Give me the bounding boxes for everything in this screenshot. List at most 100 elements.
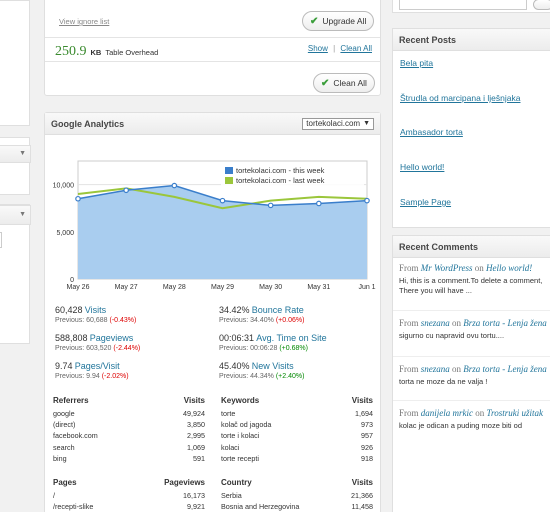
y-tick-label: 0 <box>70 277 74 284</box>
comment-post-link[interactable]: Brza torta - Lenja žena <box>463 318 547 328</box>
comment-from: From <box>399 318 421 328</box>
recent-post-link[interactable]: Sample Page <box>400 197 451 207</box>
recent-comments-widget: Recent Comments From Mr WordPress on Hel… <box>392 235 550 512</box>
data-point-this-week <box>171 182 178 189</box>
recent-post-link[interactable]: Hello world! <box>400 162 444 172</box>
x-tick-label: May 26 <box>67 284 90 291</box>
row-label: kolač od jagoda <box>221 420 272 430</box>
row-value: 49,924 <box>183 409 205 418</box>
divider <box>45 37 380 38</box>
comment-body: torta ne moze da ne valja ! <box>399 377 487 387</box>
divider <box>393 310 550 311</box>
search-button[interactable] <box>533 0 550 10</box>
analytics-header: Google Analytics tortekolaci.com ▼ <box>45 113 380 135</box>
y-tick-label: 10,000 <box>53 183 75 190</box>
overhead-value: 250.9 <box>55 44 87 59</box>
comment-body-line: torta ne moze da ne valja ! <box>399 377 488 386</box>
metric-value: 588,808 <box>55 333 88 343</box>
country-table: Country Visits Serbia 21,366 Bosnia and Her… <box>221 478 373 512</box>
chevron-down-icon[interactable]: ▼ <box>19 211 26 218</box>
chevron-down-icon[interactable]: ▼ <box>19 150 26 157</box>
comment-body-line: Hi, this is a comment.To delete a commen… <box>399 276 543 285</box>
comment-header: From snezana on Brza torta - Lenja žena <box>399 318 547 328</box>
metric-new-visits: 45.40% New Visits Previous: 44.34% (+2.40… <box>219 361 304 380</box>
recent-post-link[interactable]: Ambasador torta <box>400 127 463 137</box>
metric-label[interactable]: New Visits <box>252 361 294 371</box>
comment-header: From snezana on Brza torta - Lenja žena <box>399 364 547 374</box>
comment-body: Hi, this is a comment.To delete a commen… <box>399 276 542 296</box>
metric-label[interactable]: Pageviews <box>90 333 134 343</box>
metric-label[interactable]: Bounce Rate <box>252 305 304 315</box>
upgrade-all-label: Upgrade All <box>322 16 367 26</box>
table-overhead: 250.9 KB Table Overhead <box>55 44 158 60</box>
data-point-this-week <box>316 200 322 207</box>
metric-pages-visit: 9.74 Pages/Visit Previous: 9.94 (-2.02%) <box>55 361 129 380</box>
row-label: Bosnia and Herzegovina <box>221 502 300 512</box>
comment-author[interactable]: danijela mrkic <box>421 408 476 418</box>
analytics-chart: 10,000 5,000 0May 26 May 27 May 28 May 29 May … <box>53 160 376 291</box>
row-value: 2,995 <box>187 431 205 441</box>
left-input[interactable] <box>0 232 2 248</box>
upgrade-all-button[interactable]: ✔ Upgrade All <box>302 11 375 31</box>
comment-author[interactable]: Mr WordPress <box>421 263 475 273</box>
table-row: torte recepti 918 <box>221 453 373 464</box>
row-label: Serbia <box>221 491 242 500</box>
x-tick-label: May 29 <box>211 284 234 291</box>
checkmark-icon: ✔ <box>310 15 319 27</box>
search-input[interactable] <box>399 0 527 10</box>
show-link[interactable]: Show <box>308 44 328 53</box>
site-select-value: tortekolaci.com <box>306 119 361 128</box>
recent-posts-widget: Recent Posts Bela pita Štrudla od marcipa… <box>392 28 550 228</box>
table-row: Serbia 21,366 <box>221 490 373 501</box>
metric-label[interactable]: Avg. Time on Site <box>256 333 326 343</box>
data-point-this-week <box>364 197 370 204</box>
recent-post-link[interactable]: Bela pita <box>400 58 433 68</box>
row-value: 16,173 <box>183 491 205 500</box>
divider <box>45 61 380 62</box>
table-row: torte 1,694 <box>221 408 373 419</box>
row-value: 3,850 <box>187 420 205 430</box>
clean-all-label: Clean All <box>333 78 367 88</box>
clean-all-button[interactable]: ✔ Clean All <box>313 73 375 93</box>
left-panel-header[interactable]: ▼ <box>0 145 31 163</box>
comment-author[interactable]: snezana <box>421 318 452 328</box>
row-label: /recepti-slike <box>53 502 94 512</box>
google-analytics-card: Google Analytics tortekolaci.com ▼ 10,00… <box>44 112 381 512</box>
left-panel-header-2[interactable]: ▼ <box>0 205 31 225</box>
visits-header: Visits <box>351 396 373 405</box>
clean-all-link[interactable]: Clean All <box>340 44 372 53</box>
view-ignore-list-link[interactable]: View ignore list <box>59 17 109 26</box>
separator: | <box>333 44 336 53</box>
row-label: / <box>53 491 55 500</box>
comment-header: From danijela mrkic on Trostruki užitak <box>399 408 543 418</box>
row-label: kolaci <box>221 442 240 452</box>
comment-post-link[interactable]: Trostruki užitak <box>487 408 543 418</box>
metric-value: 45.40% <box>219 361 250 371</box>
comment-post-link[interactable]: Brza torta - Lenja žena <box>463 364 547 374</box>
site-select[interactable]: tortekolaci.com ▼ <box>302 117 374 130</box>
chevron-down-icon: ▼ <box>363 120 370 127</box>
recent-posts-title: Recent Posts <box>393 29 550 51</box>
comment-from: From <box>399 364 421 374</box>
divider <box>393 356 550 357</box>
y-tick-label: 5,000 <box>56 230 74 237</box>
row-value: 21,366 <box>351 491 373 500</box>
comment-post-link[interactable]: Hello world! <box>486 263 532 273</box>
table-row: facebook.com 2,995 <box>53 430 205 441</box>
comment-on: on <box>452 364 464 374</box>
metric-value: 34.42% <box>219 305 250 315</box>
metric-label[interactable]: Visits <box>85 305 106 315</box>
comment-on: on <box>452 318 464 328</box>
country-header: Country <box>221 478 252 487</box>
data-point-this-week <box>123 187 129 194</box>
metric-previous: Previous: 44.34% (+2.40%) <box>219 373 305 380</box>
metric-label[interactable]: Pages/Visit <box>75 361 120 371</box>
table-row: torte i kolaci 957 <box>221 430 373 441</box>
row-label: search <box>53 442 75 452</box>
comment-author[interactable]: snezana <box>421 364 452 374</box>
recent-post-link[interactable]: Štrudla od marcipana i lješnjaka <box>400 93 520 103</box>
data-point-this-week <box>219 197 226 204</box>
comment-body-line: kolac je odican a puding moze biti od <box>399 421 522 430</box>
overhead-label: Table Overhead <box>105 48 159 57</box>
metric-previous: Previous: 00:06:28 (+0.68%) <box>219 345 308 352</box>
